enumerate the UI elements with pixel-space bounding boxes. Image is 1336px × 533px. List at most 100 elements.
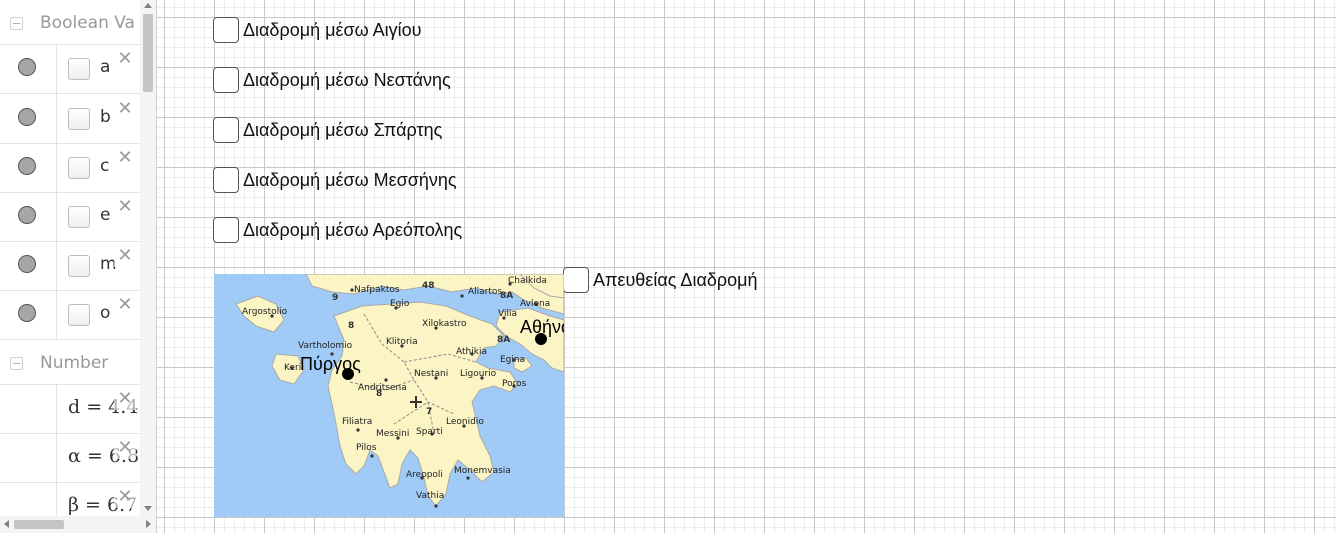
visibility-toggle-cell: [0, 44, 57, 93]
visibility-toggle-cell: [0, 433, 57, 482]
road-label: 48: [422, 281, 435, 291]
scroll-left-icon[interactable]: [4, 520, 9, 528]
boolean-checkbox[interactable]: [68, 108, 90, 130]
scroll-right-icon[interactable]: [146, 520, 151, 528]
checkbox-route-sparti[interactable]: Διαδρομή μέσω Σπάρτης: [213, 116, 442, 144]
collapse-toggle-icon[interactable]: [10, 17, 23, 30]
place-label: Nafpaktos: [354, 285, 400, 295]
place-label: Avlona: [520, 299, 550, 309]
visibility-marker-icon[interactable]: [18, 108, 36, 126]
variable-name: b: [100, 107, 111, 127]
checkbox-direct-route[interactable]: Απευθείας Διαδρομή: [563, 266, 758, 294]
scrollbar-thumb[interactable]: [143, 14, 153, 92]
boolean-row-b[interactable]: b ✕: [0, 94, 140, 144]
checkbox-label[interactable]: Διαδρομή μέσω Αιγίου: [243, 20, 422, 41]
visibility-toggle-cell: [0, 192, 57, 241]
checkbox-route-nestani[interactable]: Διαδρομή μέσω Νεστάνης: [213, 66, 451, 94]
checkbox-box[interactable]: [213, 67, 239, 93]
delete-icon[interactable]: ✕: [114, 294, 136, 316]
visibility-marker-icon[interactable]: [18, 157, 36, 175]
number-row-d[interactable]: d = 4.4 ✕: [0, 384, 140, 434]
boolean-checkbox[interactable]: [68, 157, 90, 179]
delete-icon[interactable]: ✕: [114, 245, 136, 267]
scrollbar-thumb[interactable]: [14, 520, 64, 529]
place-label: Chalkida: [508, 276, 547, 286]
visibility-marker-icon[interactable]: [18, 304, 36, 322]
visibility-toggle-cell: [0, 143, 57, 192]
boolean-checkbox[interactable]: [68, 58, 90, 80]
place-label: Areopoli: [406, 470, 443, 480]
number-row-alpha[interactable]: α = 6.8 ✕: [0, 433, 140, 483]
checkbox-label[interactable]: Διαδρομή μέσω Αρεόπολης: [243, 220, 462, 241]
scroll-down-icon[interactable]: [144, 506, 152, 511]
checkbox-label[interactable]: Διαδρομή μέσω Σπάρτης: [243, 120, 442, 141]
visibility-marker-icon[interactable]: [18, 58, 36, 76]
algebra-view: Boolean Va a ✕ b ✕ c ✕ e ✕ m ✕ o ✕ Numbe…: [0, 0, 157, 533]
group-header-boolean[interactable]: Boolean Va: [0, 0, 140, 45]
visibility-toggle-cell: [0, 290, 57, 339]
checkbox-route-aigio[interactable]: Διαδρομή μέσω Αιγίου: [213, 16, 422, 44]
visibility-toggle-cell: [0, 241, 57, 290]
road-label: 8: [348, 321, 354, 331]
visibility-marker-icon[interactable]: [18, 206, 36, 224]
boolean-checkbox[interactable]: [68, 206, 90, 228]
place-label: Monemvasia: [454, 466, 511, 476]
road-label: 9: [332, 293, 338, 303]
place-label: Messini: [376, 429, 409, 439]
boolean-row-e[interactable]: e ✕: [0, 192, 140, 242]
place-label: Poros: [502, 379, 527, 389]
checkbox-label[interactable]: Διαδρομή μέσω Μεσσήνης: [243, 170, 457, 191]
road-label: 8A: [497, 335, 510, 345]
place-label: Athikia: [456, 347, 487, 357]
vertical-scrollbar[interactable]: [140, 0, 156, 516]
boolean-row-o[interactable]: o ✕: [0, 290, 140, 340]
boolean-row-a[interactable]: a ✕: [0, 44, 140, 94]
checkbox-label[interactable]: Διαδρομή μέσω Νεστάνης: [243, 70, 451, 91]
group-title: Boolean Va: [40, 13, 135, 33]
delete-icon[interactable]: ✕: [114, 486, 136, 508]
graphics-view[interactable]: Διαδρομή μέσω Αιγίου Διαδρομή μέσω Νεστά…: [157, 0, 1336, 533]
delete-icon[interactable]: ✕: [114, 98, 136, 120]
boolean-checkbox[interactable]: [68, 255, 90, 277]
delete-icon[interactable]: ✕: [114, 147, 136, 169]
checkbox-label[interactable]: Απευθείας Διαδρομή: [593, 270, 758, 291]
place-label: Pilos: [356, 443, 377, 453]
delete-icon[interactable]: ✕: [114, 196, 136, 218]
checkbox-box[interactable]: [213, 217, 239, 243]
visibility-marker-icon[interactable]: [18, 255, 36, 273]
place-label: Argostolio: [242, 307, 288, 317]
place-label: Ligourio: [460, 369, 497, 379]
road-label: 7: [426, 407, 432, 417]
variable-name: c: [100, 156, 110, 176]
peloponnese-map: 9 48 8A 8A 7 8 8 Nafpaktos Chalkida Egio…: [214, 274, 564, 517]
delete-icon[interactable]: ✕: [114, 388, 136, 410]
group-header-number[interactable]: Number: [0, 340, 140, 385]
boolean-row-m[interactable]: m ✕: [0, 241, 140, 291]
point-label-athina: Αθήνα: [520, 317, 564, 337]
boolean-row-c[interactable]: c ✕: [0, 143, 140, 193]
checkbox-route-areopoli[interactable]: Διαδρομή μέσω Αρεόπολης: [213, 216, 462, 244]
delete-icon[interactable]: ✕: [114, 48, 136, 70]
delete-icon[interactable]: ✕: [114, 437, 136, 459]
checkbox-box[interactable]: [213, 17, 239, 43]
checkbox-box[interactable]: [213, 167, 239, 193]
place-label: Andritsena: [358, 383, 407, 393]
checkbox-route-messini[interactable]: Διαδρομή μέσω Μεσσήνης: [213, 166, 457, 194]
place-label: Nestani: [414, 369, 448, 379]
variable-name: a: [100, 57, 111, 77]
scroll-up-icon[interactable]: [144, 3, 152, 8]
variable-name: o: [100, 303, 111, 323]
place-label: Vilia: [498, 309, 517, 319]
place-label: Aliartos: [468, 287, 502, 297]
place-label: Vathia: [416, 491, 444, 501]
group-title: Number: [40, 353, 109, 373]
checkbox-box[interactable]: [563, 267, 589, 293]
collapse-toggle-icon[interactable]: [10, 357, 23, 370]
place-label: Filiatra: [342, 417, 372, 427]
checkbox-box[interactable]: [213, 117, 239, 143]
boolean-checkbox[interactable]: [68, 304, 90, 326]
visibility-toggle-cell: [0, 94, 57, 143]
horizontal-scrollbar[interactable]: [0, 516, 156, 533]
place-label: Sparti: [416, 427, 443, 437]
map-svg: 9 48 8A 8A 7 8 8 Nafpaktos Chalkida Egio…: [214, 274, 564, 517]
